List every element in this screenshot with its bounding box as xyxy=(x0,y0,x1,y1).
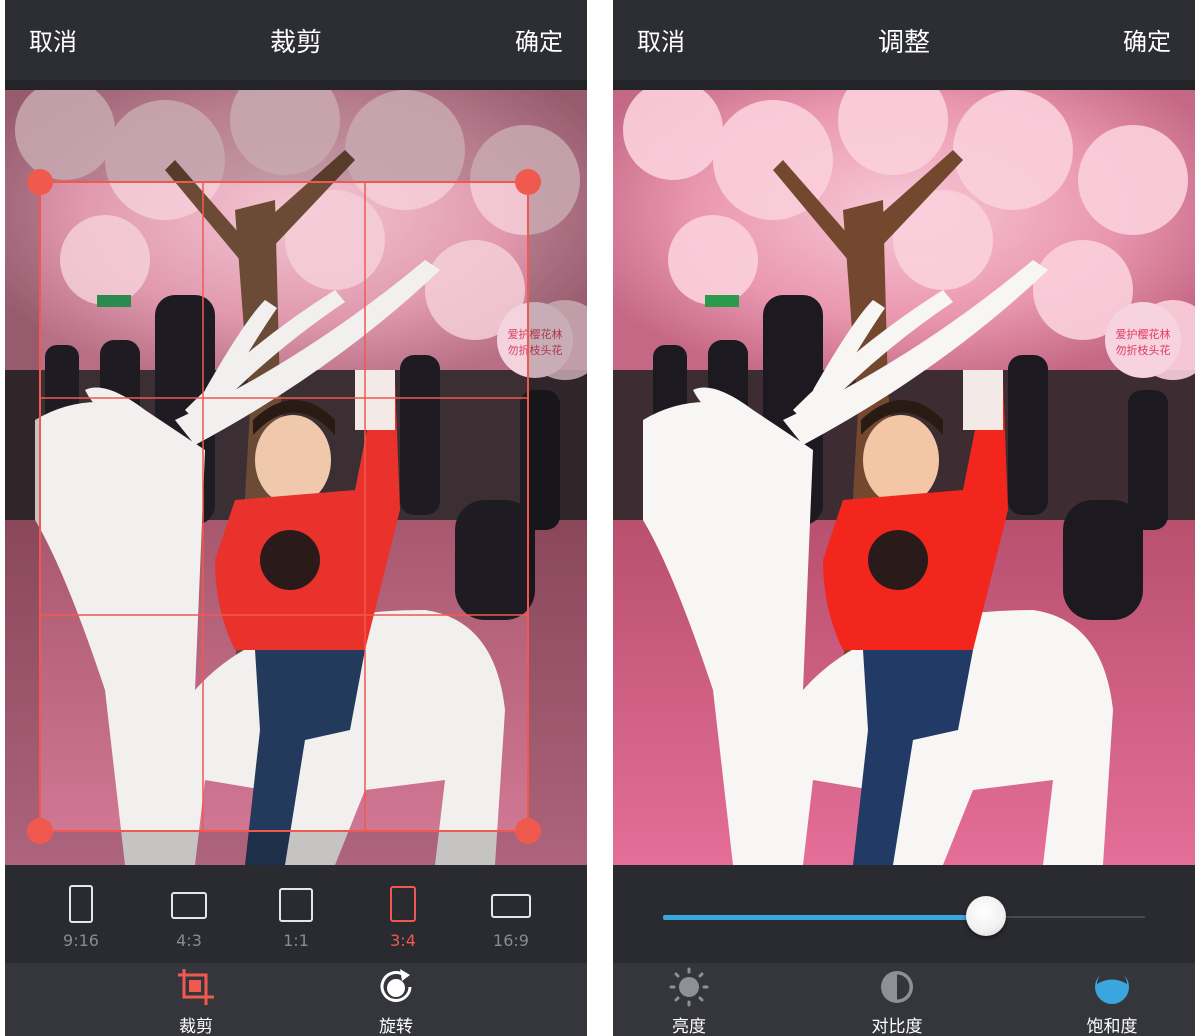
portrait-frame-icon xyxy=(69,885,93,923)
slider-thumb[interactable] xyxy=(965,896,1006,936)
rotate-icon xyxy=(380,969,412,1002)
adjust-tool-bar: 亮度 对比度 饱和度 xyxy=(613,963,1195,1036)
ratio-label: 16:9 xyxy=(493,931,529,950)
contrast-icon xyxy=(881,971,913,1003)
confirm-button[interactable]: 确定 xyxy=(1123,22,1171,57)
ratio-option-3-4[interactable]: 3:4 xyxy=(363,865,443,963)
tool-label: 旋转 xyxy=(379,1017,413,1036)
slider-fill xyxy=(663,915,986,920)
saturation-icon xyxy=(1095,969,1129,1004)
crop-frame[interactable] xyxy=(5,90,587,865)
crop-handle-top-right[interactable] xyxy=(515,169,541,195)
tool-brightness[interactable]: 亮度 xyxy=(639,963,739,1036)
adjust-top-bar: 取消 调整 确定 xyxy=(613,0,1195,80)
tool-label: 饱和度 xyxy=(1086,1017,1138,1036)
ratio-label: 9:16 xyxy=(63,931,99,950)
confirm-button[interactable]: 确定 xyxy=(515,22,563,57)
tool-rotate[interactable]: 旋转 xyxy=(346,963,446,1036)
tool-crop[interactable]: 裁剪 xyxy=(146,963,246,1036)
tool-label: 对比度 xyxy=(871,1017,923,1036)
ratio-option-4-3[interactable]: 4:3 xyxy=(149,865,229,963)
ratio-option-16-9[interactable]: 16:9 xyxy=(471,865,551,963)
crop-screen: 取消 裁剪 确定 9:16 4:3 1:1 3:4 16:9 裁剪 旋转 xyxy=(5,0,587,1036)
adjust-slider[interactable] xyxy=(613,865,1195,963)
ratio-label: 1:1 xyxy=(283,931,309,950)
ratio-label: 4:3 xyxy=(176,931,202,950)
adjust-screen: 取消 调整 确定 爱护樱花林 勿折枝头花 亮度 对比度 饱和度 xyxy=(613,0,1195,1036)
crop-tool-bar: 裁剪 旋转 xyxy=(5,963,587,1036)
crop-handle-top-left[interactable] xyxy=(27,169,53,195)
photo-image: 爱护樱花林 勿折枝头花 xyxy=(613,90,1195,865)
brightness-icon xyxy=(669,967,709,1007)
divider xyxy=(5,80,587,90)
page-title: 裁剪 xyxy=(269,28,322,58)
sign-text-2: 勿折枝头花 xyxy=(1116,343,1171,357)
tool-label: 亮度 xyxy=(672,1017,706,1036)
photo-canvas: 爱护樱花林 勿折枝头花 xyxy=(613,90,1195,865)
landscape-frame-icon xyxy=(491,894,531,918)
ratio-option-1-1[interactable]: 1:1 xyxy=(256,865,336,963)
landscape-frame-icon xyxy=(171,892,207,919)
crop-icon xyxy=(178,969,214,1005)
portrait-frame-icon xyxy=(390,886,416,922)
aspect-ratio-bar: 9:16 4:3 1:1 3:4 16:9 xyxy=(5,865,587,963)
tool-contrast[interactable]: 对比度 xyxy=(847,963,947,1036)
divider xyxy=(613,80,1195,90)
crop-top-bar: 取消 裁剪 确定 xyxy=(5,0,587,80)
ratio-option-9-16[interactable]: 9:16 xyxy=(41,865,121,963)
square-frame-icon xyxy=(279,888,313,922)
page-title: 调整 xyxy=(877,28,930,58)
tool-saturation[interactable]: 饱和度 xyxy=(1062,963,1162,1036)
ratio-label: 3:4 xyxy=(390,931,416,950)
photo-canvas[interactable]: 爱护樱花林 勿折枝头花 xyxy=(5,90,587,865)
tool-label: 裁剪 xyxy=(179,1017,213,1036)
crop-handle-bottom-right[interactable] xyxy=(515,818,541,844)
crop-handle-bottom-left[interactable] xyxy=(27,818,53,844)
sign-text-1: 爱护樱花林 xyxy=(1116,327,1171,341)
